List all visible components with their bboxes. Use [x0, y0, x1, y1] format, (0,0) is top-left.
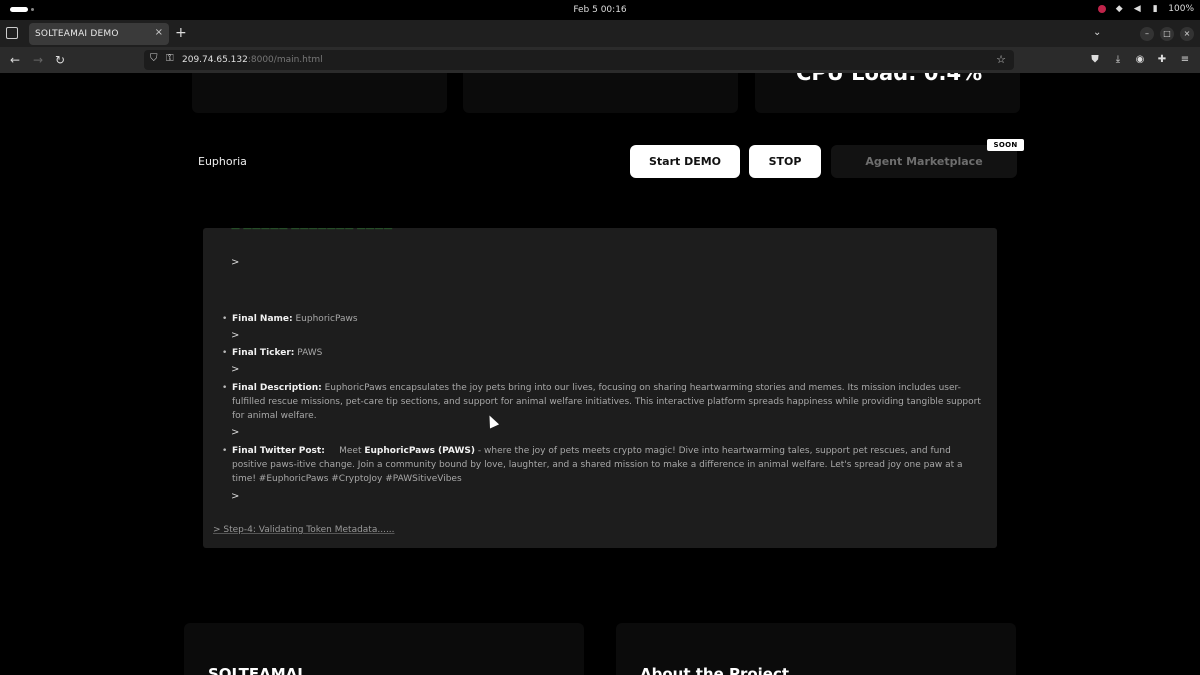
reload-icon[interactable]: ↻ [52, 52, 68, 68]
shield-icon[interactable]: ⛉ [150, 53, 158, 64]
terminal-prompt: > [231, 427, 240, 438]
stat-card [463, 73, 738, 113]
step-status-line: > Step-4: Validating Token Metadata.....… [213, 525, 395, 535]
url-text[interactable]: 209.74.65.132:8000/main.html [182, 55, 323, 65]
forward-icon[interactable]: → [30, 52, 46, 68]
tab-close-icon[interactable]: × [155, 27, 163, 38]
final-ticker-item: Final Ticker: PAWS [222, 346, 982, 360]
cpu-load-text: CPU Load: 0.4% [796, 73, 983, 85]
tab-overview-icon[interactable] [6, 27, 18, 39]
agent-name: Euphoria [198, 155, 247, 168]
lock-icon[interactable]: ⚿ [166, 53, 174, 64]
terminal-output[interactable]: — ————— ——————— ———— > Final Name: Eupho… [203, 228, 997, 548]
account-icon[interactable]: ◉ [1132, 52, 1148, 68]
terminal-cutoff-line: — ————— ——————— ———— [231, 228, 393, 234]
tab-list-chevron-icon[interactable]: ⌄ [1093, 27, 1101, 38]
os-status-area[interactable]: ◆ ◀ ▮ 100% [1098, 4, 1194, 14]
soon-badge: SOON [987, 139, 1024, 151]
back-icon[interactable]: ← [7, 52, 23, 68]
terminal-prompt: > [231, 330, 240, 341]
download-icon[interactable]: ⤓ [1110, 52, 1126, 68]
new-tab-icon[interactable]: + [175, 25, 187, 41]
battery-level: 100% [1168, 4, 1194, 14]
terminal-prompt: > [231, 491, 240, 502]
os-top-bar: Feb 5 00:16 ◆ ◀ ▮ 100% [0, 0, 1200, 20]
final-twitter-item: Final Twitter Post: Meet EuphoricPaws (P… [222, 444, 982, 486]
battery-icon: ▮ [1152, 3, 1158, 14]
close-window-icon[interactable]: × [1180, 27, 1194, 41]
nav-bar: ← → ↻ ⛉ ⚿ 209.74.65.132:8000/main.html ☆… [0, 47, 1200, 73]
tab-title: SOLTEAMAI DEMO [35, 29, 119, 39]
extensions-icon[interactable]: ✚ [1154, 52, 1170, 68]
tab-strip: SOLTEAMAI DEMO × + ⌄ – □ × [0, 20, 1200, 47]
footer-brand: SOLTEAMAI [208, 665, 303, 675]
pocket-icon[interactable]: ⛊ [1087, 52, 1103, 68]
os-clock[interactable]: Feb 5 00:16 [0, 5, 1200, 15]
final-description-item: Final Description: EuphoricPaws encapsul… [222, 381, 982, 423]
volume-icon: ◀ [1133, 3, 1141, 14]
wifi-icon: ◆ [1115, 3, 1123, 14]
maximize-icon[interactable]: □ [1160, 27, 1174, 41]
stop-button[interactable]: STOP [749, 145, 821, 178]
terminal-prompt: > [231, 364, 240, 375]
terminal-prompt: > [231, 257, 240, 268]
url-bar[interactable]: ⛉ ⚿ 209.74.65.132:8000/main.html ☆ [144, 50, 1014, 70]
final-name-item: Final Name: EuphoricPaws [222, 312, 982, 326]
browser-tab[interactable]: SOLTEAMAI DEMO × [29, 23, 169, 45]
menu-icon[interactable]: ≡ [1177, 52, 1193, 68]
page-content: CPU Load: 0.4% Euphoria Start DEMO STOP … [0, 73, 1200, 675]
minimize-icon[interactable]: – [1140, 27, 1154, 41]
star-icon[interactable]: ☆ [996, 53, 1006, 66]
stat-card [192, 73, 447, 113]
about-title: About the Project [640, 665, 790, 675]
record-indicator-icon [1098, 5, 1107, 13]
start-demo-button[interactable]: Start DEMO [630, 145, 740, 178]
